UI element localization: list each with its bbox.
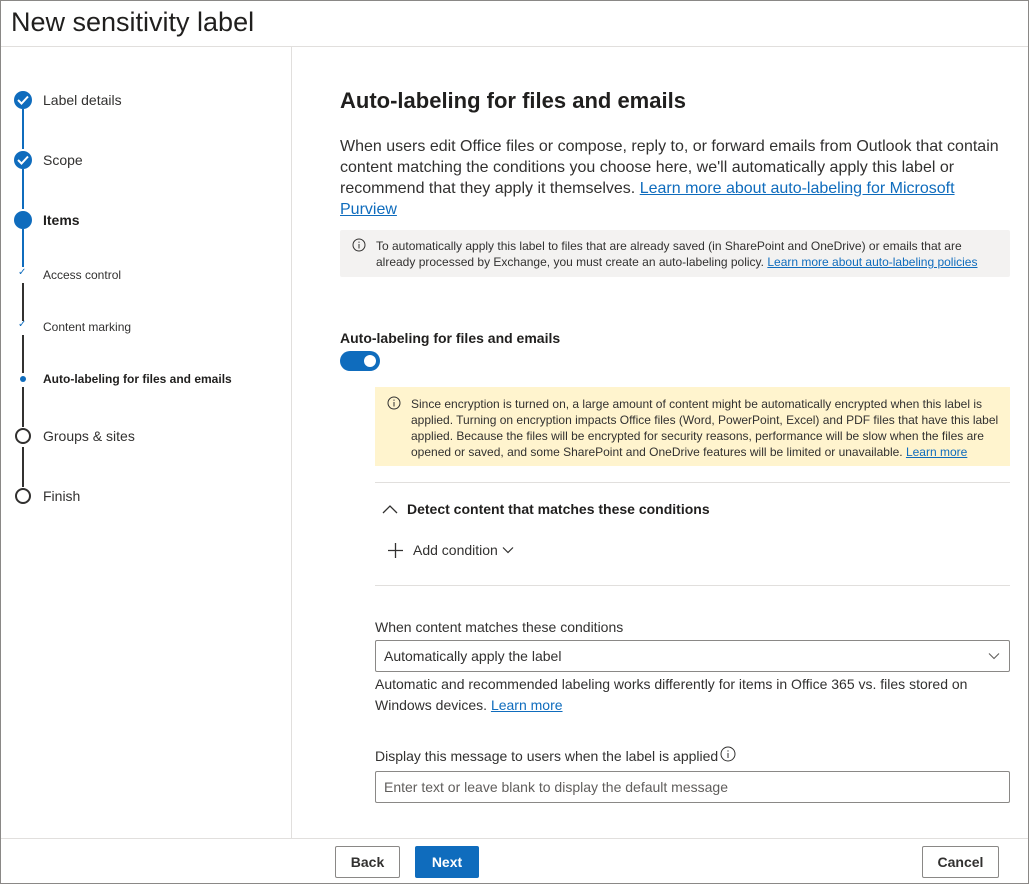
auto-labeling-toggle[interactable] [340, 351, 380, 371]
info-tooltip-icon[interactable] [720, 746, 736, 762]
step-label: Groups & sites [43, 428, 135, 444]
learn-more-policies-link[interactable]: Learn more about auto-labeling policies [767, 255, 977, 269]
step-label: Label details [43, 92, 122, 108]
action-dropdown[interactable]: Automatically apply the label [375, 640, 1010, 672]
step-label: Access control [43, 268, 122, 282]
when-matches-label: When content matches these conditions [375, 619, 624, 635]
pending-step-icon [15, 488, 31, 504]
dropdown-value: Automatically apply the label [384, 648, 562, 664]
main-content: Auto-labeling for files and emails When … [293, 47, 1028, 838]
learn-more-link[interactable]: Learn more [491, 697, 563, 713]
info-icon [387, 396, 401, 410]
user-message-input[interactable] [375, 771, 1010, 803]
stepper-line [22, 283, 24, 321]
stepper-line [22, 229, 24, 267]
chevron-up-icon [382, 505, 398, 514]
step-label: Content marking [43, 320, 132, 334]
small-checkmark-icon: ✓ [18, 267, 27, 278]
step-label: Items [43, 212, 80, 228]
chevron-down-icon [502, 547, 514, 554]
checkmark-icon [14, 151, 32, 169]
stepper-line [22, 169, 24, 209]
stepper-line [22, 387, 24, 427]
back-button[interactable]: Back [335, 846, 400, 878]
info-icon [352, 238, 366, 252]
cancel-button[interactable]: Cancel [922, 846, 999, 878]
wizard-stepper: Label details Scope Items ✓ Access contr… [1, 47, 292, 838]
pending-step-icon [15, 428, 31, 444]
message-label: Display this message to users when the l… [375, 748, 719, 764]
stepper-line [22, 335, 24, 373]
chevron-down-icon [988, 653, 1000, 660]
step-label: Finish [43, 488, 81, 504]
divider [375, 482, 1010, 483]
section-heading: Detect content that matches these condit… [407, 501, 710, 517]
info-message-bar: To automatically apply this label to fil… [340, 230, 1010, 277]
stepper-line [22, 109, 24, 149]
step-label: Auto-labeling for files and emails [43, 372, 232, 386]
wizard-header: New sensitivity label [1, 1, 1028, 47]
step-label: Scope [43, 152, 83, 168]
small-checkmark-icon: ✓ [18, 319, 27, 330]
plus-icon [388, 543, 403, 558]
toggle-knob [364, 355, 376, 367]
section-title: Auto-labeling for files and emails [340, 88, 686, 113]
warning-message-bar: Since encryption is turned on, a large a… [375, 387, 1010, 466]
help-text: Automatic and recommended labeling works… [375, 676, 968, 713]
wizard-footer: Back Next Cancel [1, 838, 1028, 883]
description: When users edit Office files or compose,… [340, 138, 999, 218]
page-title: New sensitivity label [11, 7, 255, 37]
current-step-icon [14, 211, 32, 229]
divider [375, 585, 1010, 586]
learn-more-encryption-link[interactable]: Learn more [906, 445, 967, 459]
current-substep-dot-icon [20, 376, 26, 382]
stepper-line [22, 447, 24, 487]
checkmark-icon [14, 91, 32, 109]
next-button[interactable]: Next [415, 846, 479, 878]
toggle-label: Auto-labeling for files and emails [340, 330, 561, 346]
